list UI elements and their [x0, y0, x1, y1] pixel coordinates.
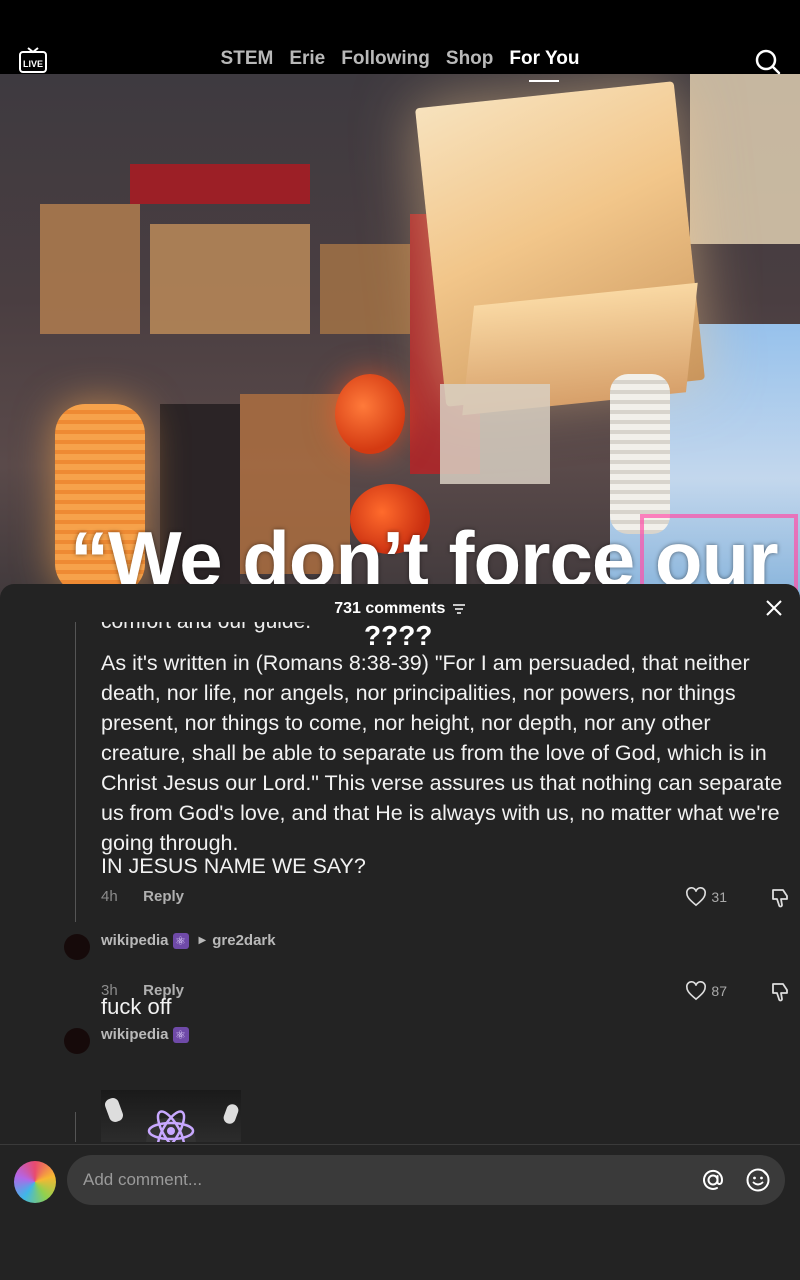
comment-text-line: IN JESUS NAME WE SAY? [101, 854, 366, 878]
comment-text: As it's written in (Romans 8:38-39) "For… [101, 651, 783, 855]
emoji-icon[interactable] [745, 1167, 771, 1193]
video-scene-shape [150, 224, 310, 334]
feed-tabs: STEM Erie Following Shop For You [0, 48, 800, 70]
thread-line [75, 1112, 76, 1142]
heart-icon [686, 887, 707, 907]
comment-actions: 4h Reply 31 [101, 887, 791, 910]
calligraphy-panel [440, 384, 550, 484]
atom-badge-icon: ⚛ [172, 932, 189, 949]
comment-author[interactable]: wikipedia ⚛ [101, 1026, 189, 1043]
tab-for-you[interactable]: For You [501, 48, 587, 70]
comments-count: 731 comments [334, 600, 446, 617]
like-button[interactable]: 87 [685, 981, 727, 1001]
reply-arrow-icon: ▶ [198, 935, 207, 946]
heart-icon [686, 981, 707, 1001]
video-scene-shape [320, 244, 410, 334]
comment-input[interactable] [67, 1155, 785, 1205]
avatar[interactable] [64, 1028, 90, 1054]
top-bar: LIVE STEM Erie Following Shop For You [0, 0, 800, 76]
like-button[interactable]: 31 [685, 887, 727, 907]
tab-shop[interactable]: Shop [438, 48, 502, 70]
avatar[interactable] [64, 934, 90, 960]
dislike-icon[interactable] [769, 981, 791, 1003]
reply-button[interactable]: Reply [143, 888, 184, 905]
atom-icon [147, 1110, 195, 1142]
dislike-icon[interactable] [769, 887, 791, 909]
video-scene-shape [130, 164, 310, 204]
my-avatar[interactable] [14, 1161, 56, 1203]
username[interactable]: wikipedia [101, 932, 169, 949]
meme-hand [103, 1096, 125, 1124]
tab-following[interactable]: Following [333, 48, 438, 70]
username[interactable]: wikipedia [101, 1026, 169, 1043]
paper-lantern [610, 374, 670, 534]
comment-actions: 3h Reply 87 [101, 981, 791, 1004]
atom-badge-icon: ⚛ [172, 1026, 189, 1043]
meme-hand [221, 1102, 241, 1126]
comment-time: 3h [101, 982, 118, 999]
comment-clipped-text: comfort and our guide. [101, 622, 311, 634]
thread-line [75, 622, 76, 922]
red-lantern [335, 374, 405, 454]
comments-list[interactable]: comfort and our guide. ???? As it's writ… [0, 622, 800, 1142]
mention-icon[interactable] [700, 1167, 726, 1193]
comment-time: 4h [101, 888, 118, 905]
sort-filter-icon[interactable] [452, 603, 466, 615]
comment-input-bar [0, 1144, 800, 1280]
like-count: 87 [711, 983, 727, 999]
reply-button[interactable]: Reply [143, 982, 184, 999]
comments-sheet: 731 comments comfort and our guide. ????… [0, 584, 800, 1280]
video-player[interactable]: “We don’t force our [0, 74, 800, 634]
reply-to-username[interactable]: gre2dark [212, 932, 275, 949]
comment-image[interactable] [101, 1090, 241, 1142]
comment-author[interactable]: wikipedia ⚛ ▶ gre2dark [101, 932, 276, 949]
like-count: 31 [711, 889, 727, 905]
video-scene-shape [40, 204, 140, 334]
tab-erie[interactable]: Erie [281, 48, 333, 70]
search-icon[interactable] [754, 48, 782, 76]
video-scene-shape [690, 74, 800, 244]
close-icon[interactable] [764, 598, 784, 618]
tab-stem[interactable]: STEM [213, 48, 282, 70]
